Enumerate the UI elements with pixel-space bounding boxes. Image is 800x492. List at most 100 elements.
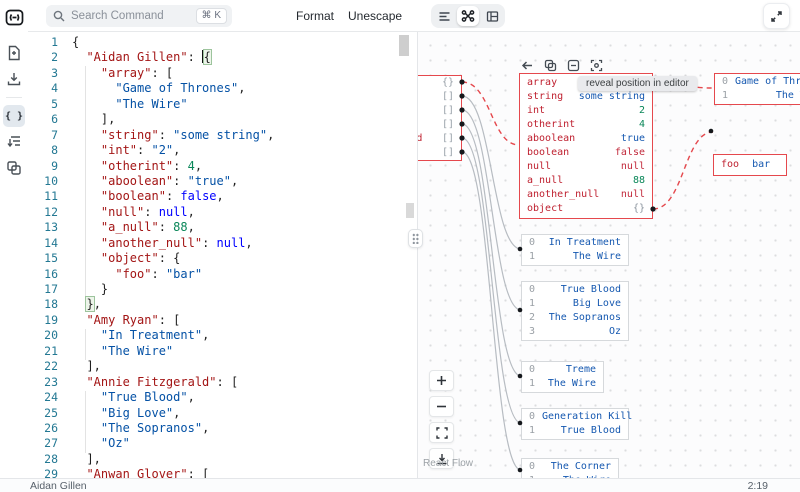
text-view-button[interactable] [433, 6, 455, 26]
editor-line[interactable]: 6 ], [28, 112, 417, 127]
array-index: 1 [529, 297, 542, 311]
editor-line[interactable]: 11 "boolean": false, [28, 189, 417, 204]
editor-line[interactable]: 24 "True Blood", [28, 390, 417, 405]
node-key: another_null [527, 188, 599, 202]
editor-line[interactable]: 19 "Amy Ryan": [ [28, 313, 417, 328]
array-values-node[interactable]: 0True Blood1Big Love2The Sopranos3Oz [521, 281, 629, 341]
node-value: false [615, 146, 645, 160]
array-value: Generation Kill [542, 410, 632, 424]
editor-line[interactable]: 2 "Aidan Gillen": { [28, 50, 417, 65]
unescape-button[interactable]: Unescape [348, 0, 402, 32]
collapse-icon [567, 59, 580, 72]
array-index: 0 [529, 283, 542, 297]
editor-line[interactable]: 22 ], [28, 359, 417, 374]
duplicate-button[interactable] [3, 157, 25, 179]
array-value: Treme [542, 363, 596, 377]
editor-line[interactable]: 25 "Big Love", [28, 406, 417, 421]
editor-line[interactable]: 3 "array": [ [28, 66, 417, 81]
focus-node-button[interactable] [589, 58, 603, 72]
editor-line[interactable]: 17 } [28, 282, 417, 297]
code-text: "Annie Fitzgerald": [ [72, 375, 238, 390]
top-bar: Search Command ⌘ K Format Unescape [28, 0, 800, 32]
table-view-button[interactable] [481, 6, 503, 26]
sidebar-divider [6, 97, 22, 98]
node-value: {} [633, 202, 645, 216]
node-row: Aidan Gillen{} [417, 76, 461, 90]
copy-icon [544, 59, 557, 72]
array-index: 0 [529, 410, 542, 424]
line-number: 28 [28, 452, 58, 467]
editor-line[interactable]: 4 "Game of Thrones", [28, 81, 417, 96]
array-values-node[interactable]: 0The Corner1The Wire [521, 458, 619, 478]
copy-node-button[interactable] [543, 58, 557, 72]
selected-object-node[interactable]: array[]stringsome stringint2otherint4abo… [519, 73, 653, 219]
root-object-node[interactable]: Aidan Gillen{}Amy Ryan[]Annie Fitzgerald… [417, 75, 462, 161]
line-number: 24 [28, 390, 58, 405]
array-values-node[interactable]: 0Game of Thrones1The Wire [714, 73, 800, 105]
editor-line[interactable]: 28 ], [28, 452, 417, 467]
line-number: 9 [28, 159, 58, 174]
code-text: "The Wire" [72, 344, 173, 359]
zoom-in-button[interactable] [429, 370, 454, 391]
node-toolbar [520, 58, 603, 72]
panel-resize-handle[interactable] [408, 229, 423, 248]
editor-line[interactable]: 5 "The Wire" [28, 97, 417, 112]
app-logo-icon[interactable] [3, 6, 25, 28]
node-row: 1The Wire [522, 377, 603, 391]
react-flow-attribution[interactable]: React Flow [423, 458, 473, 469]
editor-line[interactable]: 13 "a_null": 88, [28, 220, 417, 235]
node-value: 2 [639, 104, 645, 118]
node-row: 0Treme [522, 363, 603, 377]
zoom-out-button[interactable] [429, 396, 454, 417]
collapse-node-button[interactable] [566, 58, 580, 72]
json-editor-button[interactable]: { } [3, 105, 25, 127]
node-row: stringsome string [520, 90, 652, 104]
line-number: 20 [28, 328, 58, 343]
object-foo-node[interactable]: foo bar [713, 154, 787, 176]
editor-scrollbar-thumb[interactable] [399, 35, 409, 56]
code-text: "another_null": null, [72, 236, 253, 251]
format-button[interactable]: Format [296, 0, 334, 32]
line-number: 21 [28, 344, 58, 359]
editor-line[interactable]: 27 "Oz" [28, 436, 417, 451]
editor-line[interactable]: 8 "int": "2", [28, 143, 417, 158]
sidebar: { } [0, 0, 28, 478]
array-values-node[interactable]: 0Generation Kill1True Blood [521, 408, 629, 440]
search-input[interactable]: Search Command ⌘ K [46, 5, 232, 27]
editor-line[interactable]: 1{ [28, 35, 417, 50]
node-row: nullnull [520, 160, 652, 174]
graph-panel[interactable]: Aidan Gillen{}Amy Ryan[]Annie Fitzgerald… [417, 32, 800, 478]
node-value: bar [752, 158, 770, 172]
editor-line[interactable]: 10 "aboolean": "true", [28, 174, 417, 189]
line-number: 17 [28, 282, 58, 297]
new-document-button[interactable] [3, 42, 25, 64]
transform-button[interactable] [3, 131, 25, 153]
editor-line[interactable]: 26 "The Sopranos", [28, 421, 417, 436]
editor-line[interactable]: 15 "object": { [28, 251, 417, 266]
array-values-node[interactable]: 0Treme1The Wire [521, 361, 604, 393]
editor-line[interactable]: 20 "In Treatment", [28, 328, 417, 343]
graph-view-button[interactable] [457, 6, 479, 26]
editor-line[interactable]: 7 "string": "some string", [28, 128, 417, 143]
editor-line[interactable]: 16 "foo": "bar" [28, 267, 417, 282]
line-number: 6 [28, 112, 58, 127]
editor-line[interactable]: 9 "otherint": 4, [28, 159, 417, 174]
fullscreen-button[interactable] [763, 3, 790, 29]
download-button[interactable] [3, 68, 25, 90]
fit-view-button[interactable] [429, 422, 454, 443]
code-editor[interactable]: 1{2 "Aidan Gillen": {3 "array": [4 "Game… [28, 32, 417, 478]
array-index: 0 [529, 363, 542, 377]
line-number: 10 [28, 174, 58, 189]
editor-line[interactable]: 29 "Anwan Glover": [ [28, 467, 417, 478]
editor-line[interactable]: 14 "another_null": null, [28, 236, 417, 251]
array-values-node[interactable]: 0In Treatment1The Wire [521, 234, 629, 266]
node-type-marker: [] [442, 132, 454, 146]
overview-ruler-marker [406, 203, 414, 218]
editor-line[interactable]: 23 "Annie Fitzgerald": [ [28, 375, 417, 390]
editor-line[interactable]: 12 "null": null, [28, 205, 417, 220]
node-row: otherint4 [520, 118, 652, 132]
editor-line[interactable]: 18 }, [28, 297, 417, 312]
editor-line[interactable]: 21 "The Wire" [28, 344, 417, 359]
back-button[interactable] [520, 58, 534, 72]
drag-dots-icon [412, 233, 419, 244]
